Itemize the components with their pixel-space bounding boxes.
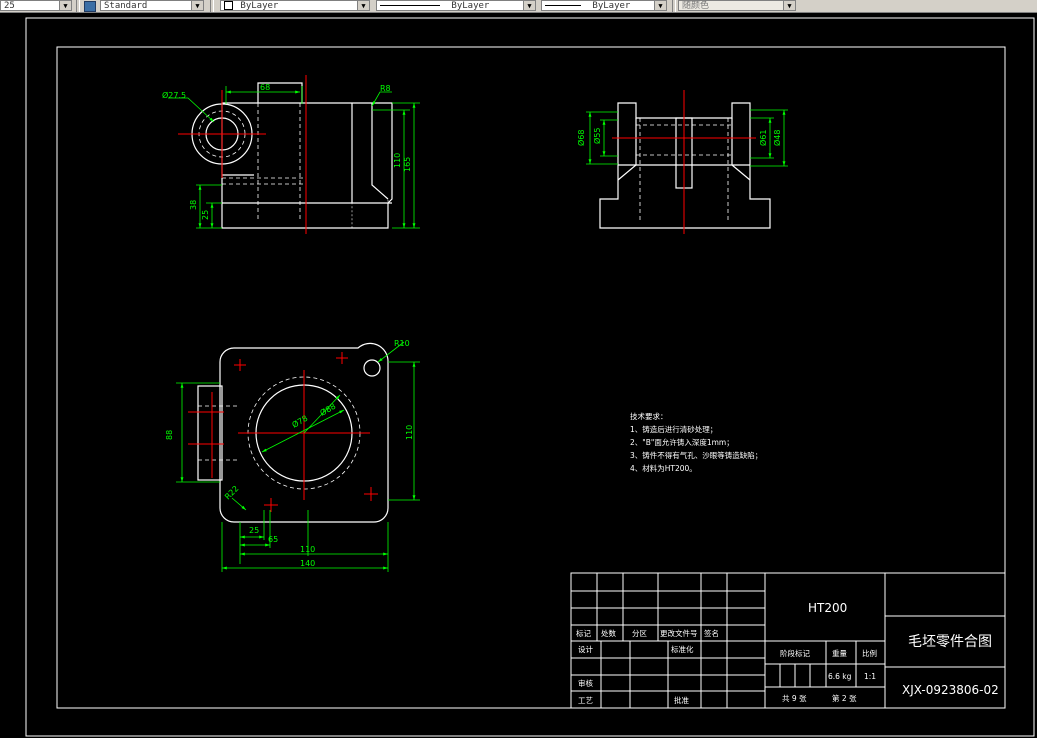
lineweight-dropdown[interactable]: ByLayer ▼ bbox=[541, 0, 667, 11]
tb-material: HT200 bbox=[808, 601, 847, 615]
chevron-down-icon: ▼ bbox=[523, 1, 535, 10]
front-base1-label: 38 bbox=[189, 200, 198, 210]
title-block: 标记 处数 分区 更改文件号 签名 设计 标准化 审核 工艺 批准 阶段标记 重… bbox=[570, 572, 1006, 709]
front-r-label: R8 bbox=[380, 84, 391, 93]
side-view: Ø68 Ø55 Ø61 Ø48 bbox=[576, 90, 788, 234]
tb-design-label: 设计 bbox=[578, 644, 593, 654]
chevron-down-icon: ▼ bbox=[783, 1, 795, 10]
tb-count-header: 处数 bbox=[601, 628, 616, 638]
notes-title: 技术要求： bbox=[630, 411, 668, 421]
notes-line-3: 3、铸件不得有气孔、沙眼等铸造缺陷； bbox=[630, 450, 762, 460]
tb-process-label: 工艺 bbox=[578, 696, 593, 705]
front-outline bbox=[221, 102, 393, 229]
tb-standardize-label: 标准化 bbox=[671, 644, 694, 654]
tb-sign-header: 签名 bbox=[704, 628, 719, 638]
front-top-label: 68 bbox=[260, 83, 270, 92]
front-wall bbox=[351, 103, 389, 203]
text-style-value: Standard bbox=[104, 1, 148, 11]
tb-drawing-name: 毛坯零件合图 bbox=[908, 634, 992, 650]
lineweight-value: ByLayer bbox=[592, 1, 631, 11]
plan-b3-label: 110 bbox=[300, 545, 315, 554]
plan-b2-label: 65 bbox=[268, 535, 278, 544]
dimscale-dropdown[interactable]: 25 ▼ bbox=[0, 0, 72, 11]
side-r2-label: Ø48 bbox=[772, 130, 782, 146]
toolbar-separator bbox=[672, 0, 676, 12]
tb-docno-header: 更改文件号 bbox=[660, 628, 698, 638]
layer-value: ByLayer bbox=[240, 1, 279, 11]
plan-hole-circle bbox=[363, 359, 381, 377]
linetype-dropdown[interactable]: ByLayer ▼ bbox=[376, 0, 536, 11]
plan-left-label: 88 bbox=[165, 430, 174, 440]
tb-review-label: 审核 bbox=[578, 678, 593, 688]
tb-sheets-total: 共 9 张 bbox=[782, 694, 807, 703]
tb-approve-label: 批准 bbox=[674, 695, 689, 705]
text-style-icon[interactable] bbox=[84, 1, 96, 12]
front-h2-label: 165 bbox=[403, 157, 412, 172]
notes-line-1: 1、铸造后进行清砂处理； bbox=[630, 424, 717, 434]
plan-mark bbox=[234, 359, 246, 371]
plan-right-label: 110 bbox=[405, 425, 414, 440]
drawing-canvas[interactable]: Ø27.5 68 R8 110 165 38 25 Ø68 Ø55 Ø61 Ø4… bbox=[0, 13, 1037, 738]
plan-r-label: R10 bbox=[394, 339, 410, 348]
tb-mark-header: 标记 bbox=[576, 628, 591, 638]
sheet-outer-border bbox=[25, 17, 1035, 737]
plan-b4-label: 140 bbox=[300, 559, 315, 568]
plan-mark bbox=[364, 487, 378, 501]
front-view: Ø27.5 68 R8 110 165 38 25 bbox=[162, 75, 420, 234]
front-dia-label: Ø27.5 bbox=[162, 90, 186, 100]
sheet-inner-border bbox=[56, 46, 1006, 709]
side-l1-label: Ø68 bbox=[576, 130, 586, 146]
layer-dropdown[interactable]: ByLayer ▼ bbox=[220, 0, 370, 11]
line-sample-icon bbox=[380, 5, 440, 6]
plan-hidden-lines bbox=[198, 405, 238, 461]
side-l2-label: Ø55 bbox=[592, 128, 602, 144]
tb-weight-label: 重量 bbox=[832, 649, 847, 658]
tb-sheet-number: 第 2 张 bbox=[832, 693, 857, 703]
technical-notes: 技术要求： 1、铸造后进行清砂处理； 2、"B"面允许铸入深度1mm； 3、铸件… bbox=[630, 411, 762, 473]
line-sample-icon bbox=[545, 5, 581, 6]
tb-zone-header: 分区 bbox=[632, 629, 647, 638]
plan-b1-label: 25 bbox=[249, 526, 259, 535]
linetype-value: ByLayer bbox=[451, 1, 490, 11]
front-h1-label: 110 bbox=[393, 153, 402, 168]
chevron-down-icon: ▼ bbox=[654, 1, 666, 10]
front-base2-label: 25 bbox=[201, 210, 210, 220]
side-r1-label: Ø61 bbox=[758, 130, 768, 146]
plan-side-boss bbox=[197, 385, 223, 481]
tb-weight-value: 6.6 kg bbox=[828, 672, 852, 681]
plan-corner-label: R22 bbox=[223, 484, 241, 502]
toolbar-separator bbox=[210, 0, 214, 12]
chevron-down-icon: ▼ bbox=[191, 1, 203, 10]
chevron-down-icon: ▼ bbox=[357, 1, 369, 10]
plan-mark bbox=[336, 352, 348, 364]
tb-scale-value: 1:1 bbox=[864, 672, 876, 681]
notes-line-2: 2、"B"面允许铸入深度1mm； bbox=[630, 437, 734, 447]
plan-boss-centerlines bbox=[188, 411, 224, 445]
text-style-dropdown[interactable]: Standard ▼ bbox=[100, 0, 204, 11]
tb-stage-label: 阶段标记 bbox=[780, 648, 810, 658]
chevron-down-icon: ▼ bbox=[59, 1, 71, 10]
tb-drawing-number: XJX-0923806-02 bbox=[902, 683, 999, 697]
toolbar-separator bbox=[76, 0, 80, 12]
plan-mark bbox=[264, 498, 278, 512]
plot-style-dropdown[interactable]: 随颜色 ▼ bbox=[678, 0, 796, 11]
properties-toolbar: 25 ▼ Standard ▼ ByLayer ▼ ByLayer ▼ ByLa… bbox=[0, 0, 1037, 13]
plan-centerlines bbox=[238, 370, 370, 500]
plan-d1-label: Ø78 bbox=[290, 413, 309, 430]
dimscale-value: 25 bbox=[4, 1, 15, 11]
front-hatch-region bbox=[351, 102, 389, 229]
notes-line-4: 4、材料为HT200。 bbox=[630, 463, 697, 473]
tb-scale-label: 比例 bbox=[862, 648, 877, 658]
plan-view: R10 Ø78 Ø88 88 110 R22 25 65 110 140 bbox=[165, 339, 420, 572]
plot-style-value: 随颜色 bbox=[682, 1, 710, 11]
color-swatch-icon bbox=[224, 1, 233, 10]
